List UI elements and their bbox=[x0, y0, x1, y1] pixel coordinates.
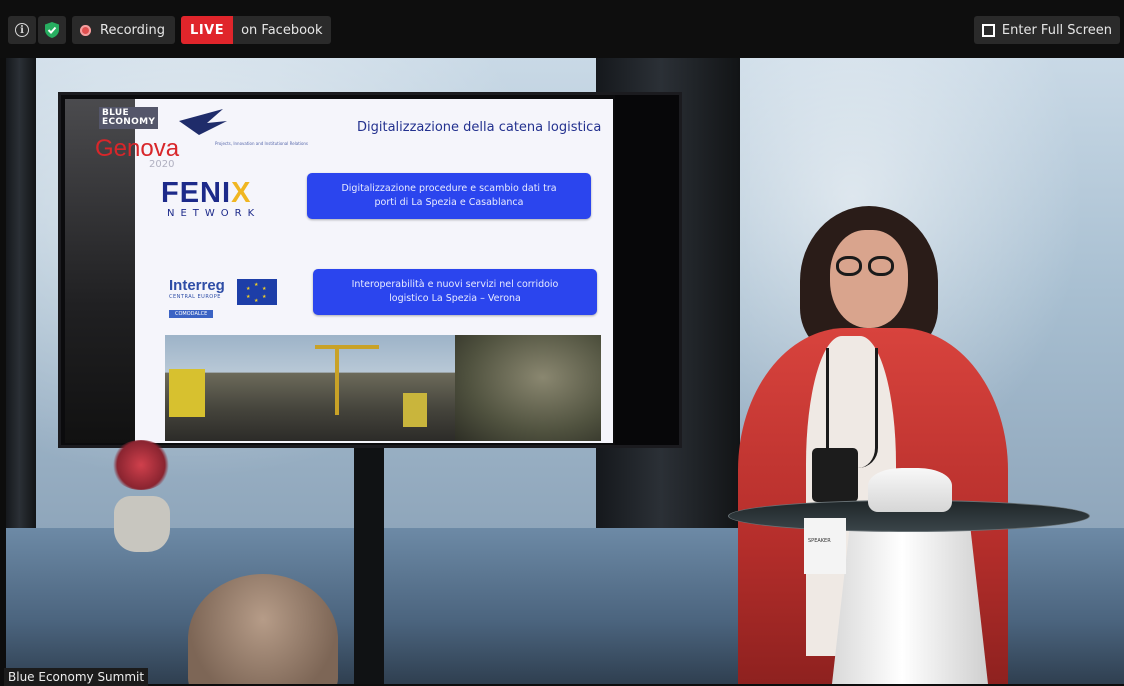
meeting-info-button[interactable]: i bbox=[8, 16, 36, 44]
shield-check-icon bbox=[45, 22, 59, 38]
record-dot-icon bbox=[80, 24, 91, 36]
fenix-description-box: Digitalizzazione procedure e scambio dat… bbox=[307, 173, 591, 219]
live-stream-indicator[interactable]: LIVE on Facebook bbox=[181, 16, 331, 44]
vase bbox=[114, 496, 170, 552]
genova-year: 2020 bbox=[149, 159, 175, 170]
info-icon: i bbox=[15, 23, 29, 37]
enter-full-screen-button[interactable]: Enter Full Screen bbox=[973, 16, 1120, 44]
flower-arrangement bbox=[110, 440, 172, 490]
slide-title: Digitalizzazione della catena logistica bbox=[357, 120, 602, 135]
recording-indicator[interactable]: Recording bbox=[72, 16, 176, 44]
table-speaker-device bbox=[868, 468, 952, 512]
presentation-slide: BLUE ECONOMY Genova 2020 Projects, Innov… bbox=[65, 99, 613, 443]
live-platform-label: on Facebook bbox=[241, 22, 323, 38]
interreg-logo: Interreg CENTRAL EUROPE COMODALCE bbox=[169, 277, 225, 318]
eu-flag-icon: ★ ★ ★ ★ ★ ★ bbox=[237, 279, 277, 305]
port-authority-logo-icon bbox=[179, 109, 227, 135]
video-feed[interactable]: BLUE ECONOMY Genova 2020 Projects, Innov… bbox=[6, 58, 1124, 684]
logistics-photo-strip bbox=[165, 335, 601, 441]
port-aerial-photo bbox=[455, 335, 601, 441]
slide-subheader: Projects, Innovation and Institutional R… bbox=[215, 141, 309, 146]
recording-label: Recording bbox=[100, 22, 166, 38]
glasses-icon bbox=[836, 256, 862, 276]
encryption-status-button[interactable] bbox=[38, 16, 66, 44]
blue-economy-logo: BLUE ECONOMY bbox=[99, 107, 159, 129]
meeting-toolbar: i Recording LIVE on Facebook Enter Full … bbox=[0, 0, 1124, 58]
interreg-description-box: Interoperabilità e nuovi servizi nel cor… bbox=[313, 269, 597, 315]
presentation-screen: BLUE ECONOMY Genova 2020 Projects, Innov… bbox=[58, 92, 682, 448]
tv-stand bbox=[354, 444, 384, 684]
speaker-badge: SPEAKER bbox=[804, 518, 846, 574]
fullscreen-corners-icon bbox=[981, 23, 995, 37]
live-badge: LIVE bbox=[181, 16, 234, 44]
fenix-network-logo: FENIX NETWORK bbox=[161, 177, 261, 219]
stream-source-label: Blue Economy Summit bbox=[4, 668, 149, 686]
fullscreen-label: Enter Full Screen bbox=[1001, 22, 1112, 38]
presenter-face bbox=[830, 230, 908, 328]
presentation-remote bbox=[812, 448, 858, 502]
table-base bbox=[832, 518, 988, 684]
